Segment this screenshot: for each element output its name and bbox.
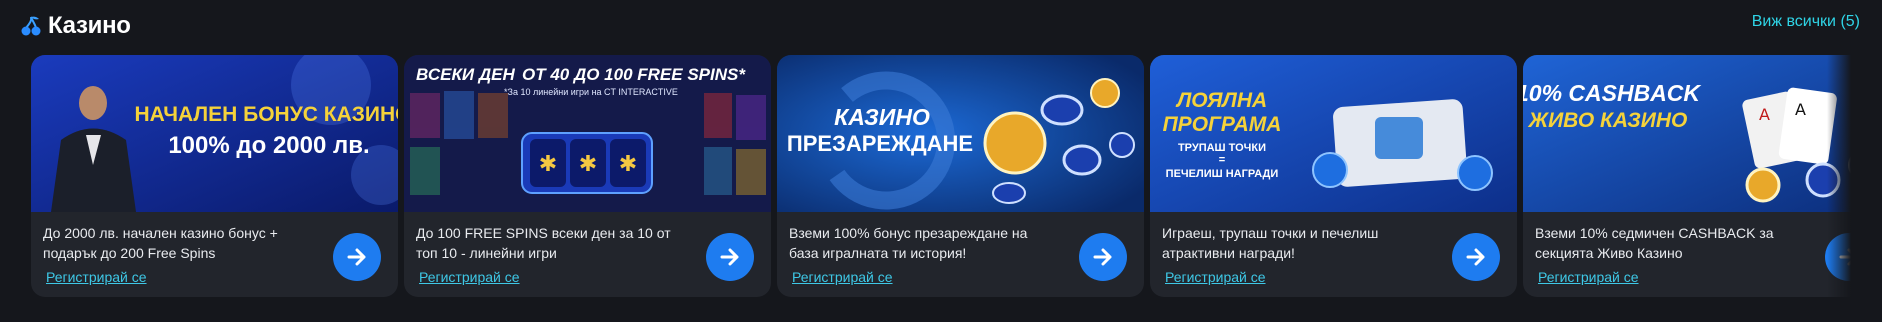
promo-banner: ЛОЯЛНА ПРОГРАМА ТРУПАШ ТОЧКИ = ПЕЧЕЛИШ Н…	[1150, 55, 1517, 212]
register-link[interactable]: Регистрирай се	[419, 269, 520, 285]
arrow-right-icon	[1093, 248, 1112, 266]
promo-card[interactable]: НАЧАЛЕН БОНУС КАЗИНО 100% до 2000 лв. До…	[31, 55, 398, 297]
banner-headline: НАЧАЛЕН БОНУС КАЗИНО	[134, 103, 398, 126]
promo-card[interactable]: КАЗИНО ПРЕЗАРЕЖДАНЕ Вземи 100% бонус пре…	[777, 55, 1144, 297]
svg-text:✱: ✱	[579, 152, 597, 177]
banner-headline: ЛОЯЛНА	[1175, 89, 1267, 112]
svg-text:✱: ✱	[619, 152, 637, 177]
promo-open-button[interactable]	[706, 233, 754, 281]
svg-text:A: A	[1759, 105, 1770, 124]
promo-card[interactable]: ✱ ✱ ✱ ВСЕКИ ДЕН ОТ 40 ДО 100 FREE SPINS*…	[404, 55, 771, 297]
banner-footnote: *За 10 линейни игри на CT INTERACTIVE	[504, 87, 678, 97]
promo-banner: НАЧАЛЕН БОНУС КАЗИНО 100% до 2000 лв.	[31, 55, 398, 212]
section-header: Казино Виж всички (5)	[0, 0, 1882, 50]
banner-line: =	[1219, 154, 1225, 166]
arrow-right-icon	[1466, 248, 1485, 266]
promotions-carousel[interactable]: НАЧАЛЕН БОНУС КАЗИНО 100% до 2000 лв. До…	[31, 55, 1851, 297]
promo-open-button[interactable]	[1079, 233, 1127, 281]
promo-banner: КАЗИНО ПРЕЗАРЕЖДАНЕ	[777, 55, 1144, 212]
promo-open-button[interactable]	[333, 233, 381, 281]
svg-text:A: A	[1795, 100, 1806, 119]
promo-card[interactable]: A A 10% CASHBACK ЖИВО КАЗИНО Вземи 10% с…	[1523, 55, 1851, 297]
banner-subheadline: ЖИВО КАЗИНО	[1528, 109, 1688, 132]
view-all-link[interactable]: Виж всички (5)	[1752, 13, 1860, 31]
promo-description: До 100 FREE SPINS всеки ден за 10 от топ…	[416, 225, 671, 261]
page-title: Казино	[48, 12, 131, 39]
arrow-right-icon	[347, 248, 366, 266]
banner-subheadline: ПРЕЗАРЕЖДАНЕ	[787, 131, 973, 156]
banner-headline: 10% CASHBACK	[1523, 80, 1701, 106]
promo-banner: A A 10% CASHBACK ЖИВО КАЗИНО	[1523, 55, 1851, 212]
promo-description: До 2000 лв. начален казино бонус + подар…	[43, 225, 278, 261]
banner-headline: КАЗИНО	[834, 104, 930, 130]
register-link[interactable]: Регистрирай се	[792, 269, 893, 285]
svg-text:✱: ✱	[539, 152, 557, 177]
slot-reels: ✱ ✱ ✱	[521, 132, 653, 194]
register-link[interactable]: Регистрирай се	[1165, 269, 1266, 285]
register-link[interactable]: Регистрирай се	[1538, 269, 1639, 285]
carousel-edge-fade	[1827, 55, 1851, 297]
promo-card[interactable]: ЛОЯЛНА ПРОГРАМА ТРУПАШ ТОЧКИ = ПЕЧЕЛИШ Н…	[1150, 55, 1517, 297]
promo-description: Вземи 10% седмичен CASHBACK за секцията …	[1535, 225, 1774, 261]
banner-line: ПЕЧЕЛИШ НАГРАДИ	[1166, 168, 1279, 180]
cherries-icon	[20, 15, 42, 37]
promo-open-button[interactable]	[1452, 233, 1500, 281]
arrow-right-icon	[720, 248, 739, 266]
loyalty-card	[1333, 99, 1467, 187]
banner-headline: ВСЕКИ ДЕН	[416, 65, 515, 84]
promo-description: Вземи 100% бонус презареждане на база иг…	[789, 225, 1028, 261]
banner-subheadline: ОТ 40 ДО 100 FREE SPINS*	[522, 65, 746, 84]
banner-subheadline: 100% до 2000 лв.	[168, 132, 369, 159]
banner-line: ТРУПАШ ТОЧКИ	[1178, 142, 1266, 154]
playing-cards: A A	[1742, 87, 1837, 169]
register-link[interactable]: Регистрирай се	[46, 269, 147, 285]
promo-banner: ✱ ✱ ✱ ВСЕКИ ДЕН ОТ 40 ДО 100 FREE SPINS*…	[404, 55, 771, 212]
banner-headline-2: ПРОГРАМА	[1163, 113, 1282, 136]
promo-description: Играеш, трупаш точки и печелиш атрактивн…	[1162, 225, 1379, 261]
section-title-group: Казино	[20, 12, 131, 40]
